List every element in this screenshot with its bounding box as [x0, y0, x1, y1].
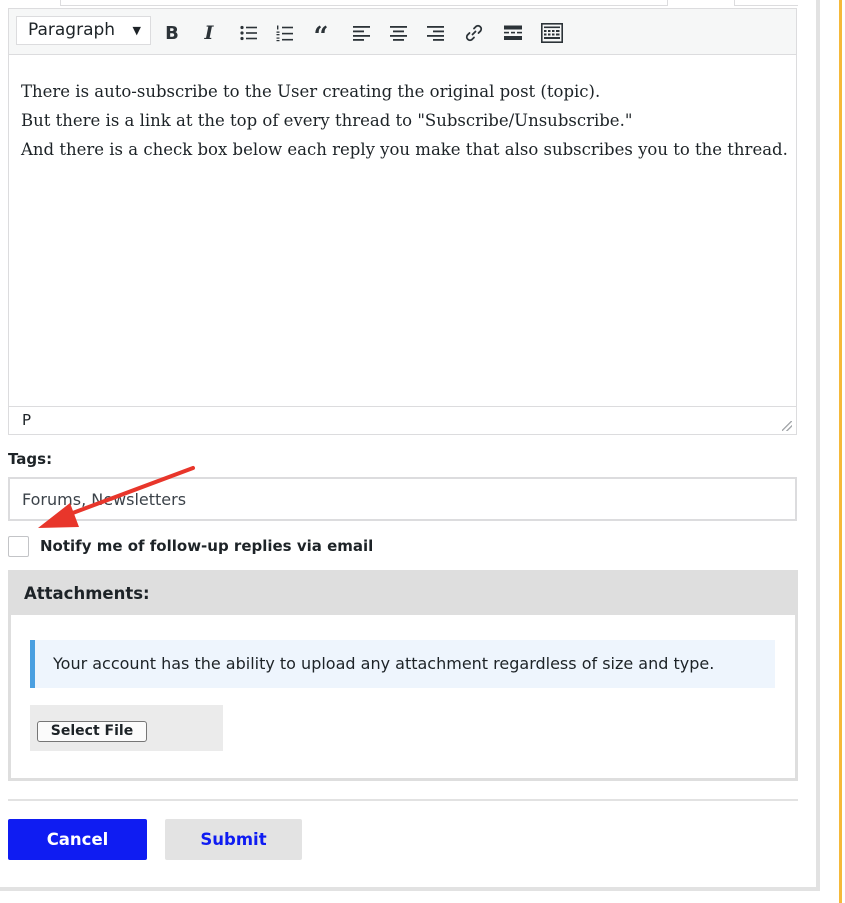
tags-label: Tags: [8, 450, 53, 468]
content-line: But there is a link at the top of every … [21, 111, 633, 130]
attachments-title: Attachments: [11, 573, 795, 615]
element-path[interactable]: P [22, 411, 31, 429]
side-accent-line [839, 0, 842, 903]
editor-statusbar: P [9, 406, 796, 434]
format-select-value: Paragraph [28, 20, 116, 40]
resize-handle-icon[interactable] [782, 421, 792, 431]
editor-toolbar: Paragraph ▼ B I “ [9, 9, 796, 55]
editor-content[interactable]: There is auto-subscribe to the User crea… [9, 56, 796, 406]
italic-icon[interactable]: I [196, 20, 222, 46]
tab-edge [734, 0, 798, 6]
attachment-notice: Your account has the ability to upload a… [30, 640, 775, 688]
notify-checkbox[interactable] [8, 536, 29, 557]
panel-border-bottom [0, 887, 820, 891]
bold-icon[interactable]: B [159, 20, 185, 46]
format-select[interactable]: Paragraph ▼ [16, 16, 151, 45]
align-left-icon[interactable] [349, 20, 375, 46]
select-file-button[interactable]: Select File [37, 721, 147, 742]
panel-border-right [816, 0, 820, 890]
attachments-panel: Attachments: Your account has the abilit… [8, 570, 798, 781]
title-field-edge [60, 0, 668, 6]
file-upload-zone: Select File [30, 705, 223, 751]
numbered-list-icon[interactable] [272, 20, 298, 46]
cancel-button[interactable]: Cancel [8, 819, 147, 860]
rich-text-editor: Paragraph ▼ B I “ There is auto-subscrib… [8, 8, 797, 435]
content-line: And there is a check box below each repl… [21, 140, 788, 159]
blockquote-icon[interactable]: “ [308, 20, 334, 50]
bullet-list-icon[interactable] [236, 20, 262, 46]
submit-button[interactable]: Submit [165, 819, 302, 860]
align-center-icon[interactable] [386, 20, 412, 46]
form-divider [8, 799, 798, 801]
chevron-down-icon: ▼ [132, 24, 141, 37]
tags-input[interactable] [8, 477, 797, 521]
link-icon[interactable] [461, 20, 487, 46]
align-right-icon[interactable] [423, 20, 449, 46]
content-line: There is auto-subscribe to the User crea… [21, 82, 601, 101]
read-more-icon[interactable] [500, 20, 526, 46]
notify-label[interactable]: Notify me of follow-up replies via email [40, 537, 373, 555]
toolbar-toggle-icon[interactable] [539, 20, 565, 46]
